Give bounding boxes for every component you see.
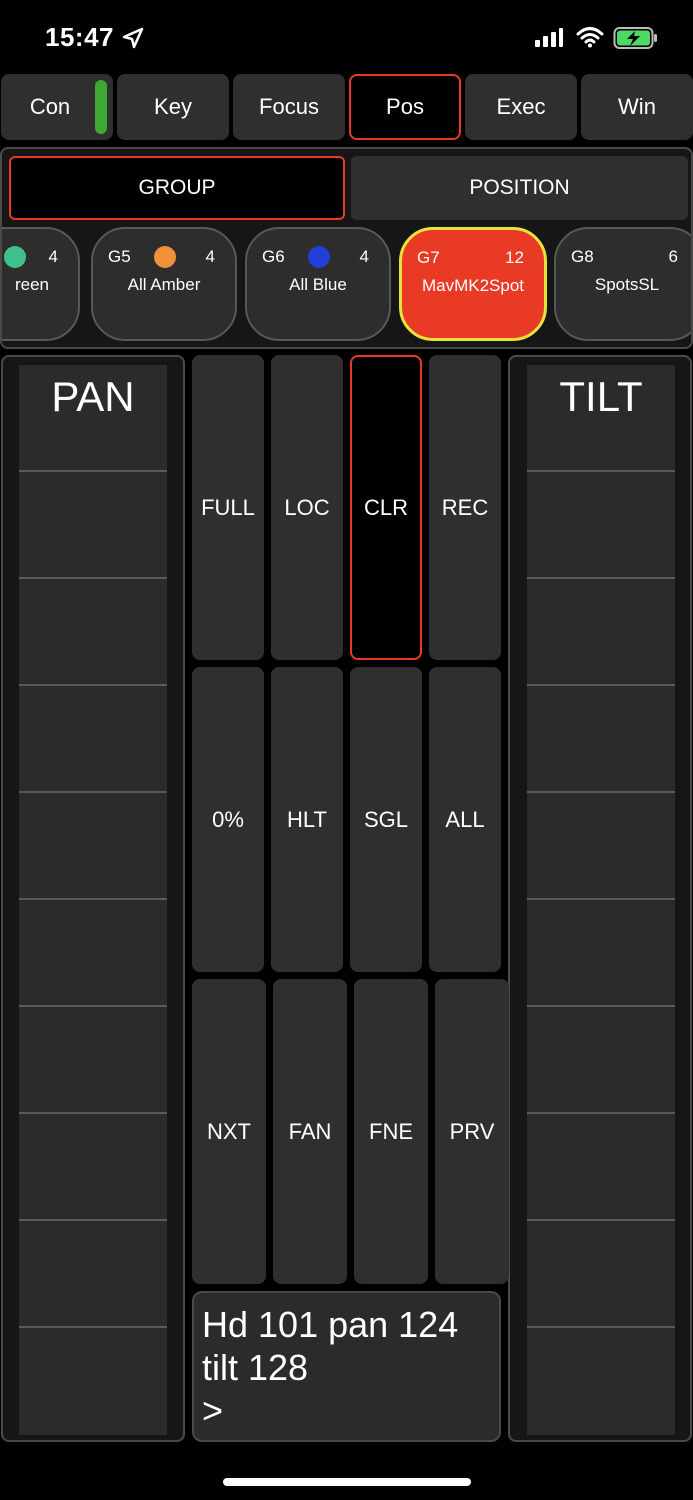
rec-button[interactable]: REC xyxy=(429,355,501,660)
group-name: All Amber xyxy=(127,275,201,294)
battery-charging-icon xyxy=(613,27,657,49)
clr-button[interactable]: CLR xyxy=(350,355,422,660)
status-bar: 15:47 xyxy=(0,0,693,72)
fader-tick xyxy=(527,1326,675,1328)
fader-tick xyxy=(527,1005,675,1007)
fader-tick xyxy=(19,1112,167,1114)
fader-tick xyxy=(19,684,167,686)
zero-percent-button[interactable]: 0% xyxy=(192,667,264,972)
connection-indicator xyxy=(95,80,107,134)
group-id: G5 xyxy=(108,247,131,266)
tab-focus-label: Focus xyxy=(259,94,319,119)
fan-button[interactable]: FAN xyxy=(273,979,347,1284)
tab-pos-label: Pos xyxy=(386,94,424,119)
fader-tick xyxy=(527,1112,675,1114)
group-card-green[interactable]: 4 reen xyxy=(2,227,80,341)
command-line-text: Hd 101 pan 124 xyxy=(202,1304,459,1345)
tab-con[interactable]: Con xyxy=(1,74,113,140)
group-name: MavMK2Spot xyxy=(421,276,525,295)
tab-win-label: Win xyxy=(618,94,656,119)
tab-key-label: Key xyxy=(154,94,192,119)
fader-tick xyxy=(19,898,167,900)
tilt-fader-track[interactable]: TILT xyxy=(527,365,675,1435)
tab-pos[interactable]: Pos xyxy=(349,74,461,140)
green-color-dot-icon xyxy=(4,246,26,268)
amber-color-dot-icon xyxy=(154,246,176,268)
sgl-button[interactable]: SGL xyxy=(350,667,422,972)
group-panel: GROUP POSITION 4 reen G5 4 All Amber G6 … xyxy=(0,147,693,349)
tab-win[interactable]: Win xyxy=(581,74,693,140)
fader-tick xyxy=(19,470,167,472)
fader-tick xyxy=(19,577,167,579)
tab-con-label: Con xyxy=(29,94,71,119)
tab-exec[interactable]: Exec xyxy=(465,74,577,140)
group-count: 6 xyxy=(668,247,678,266)
command-prompt: > xyxy=(202,1390,224,1431)
fader-tick xyxy=(527,470,675,472)
full-button[interactable]: FULL xyxy=(192,355,264,660)
fader-tick xyxy=(19,791,167,793)
tab-focus[interactable]: Focus xyxy=(233,74,345,140)
pan-fader-track[interactable]: PAN xyxy=(19,365,167,1435)
location-arrow-icon xyxy=(122,27,144,49)
group-count: 4 xyxy=(48,247,58,266)
fader-tick xyxy=(527,684,675,686)
group-card-g6[interactable]: G6 4 All Blue xyxy=(245,227,391,341)
group-count: 4 xyxy=(359,247,369,266)
pan-fader-label: PAN xyxy=(51,373,135,420)
group-count: 4 xyxy=(205,247,215,266)
group-card-g5[interactable]: G5 4 All Amber xyxy=(91,227,237,341)
group-id: G6 xyxy=(262,247,285,266)
all-button[interactable]: ALL xyxy=(429,667,501,972)
fader-tick xyxy=(19,1005,167,1007)
group-id: G7 xyxy=(417,248,440,267)
nxt-button[interactable]: NXT xyxy=(192,979,266,1284)
status-time: 15:47 xyxy=(45,22,114,52)
group-count: 12 xyxy=(505,248,524,267)
command-line-display: Hd 101 pan 124 tilt 128 > xyxy=(192,1291,501,1442)
command-line-text: tilt 128 xyxy=(202,1347,309,1388)
group-card-g7[interactable]: G7 12 MavMK2Spot xyxy=(399,227,547,341)
hlt-button[interactable]: HLT xyxy=(271,667,343,972)
fader-tick xyxy=(19,1326,167,1328)
tab-key[interactable]: Key xyxy=(117,74,229,140)
position-segment-button[interactable]: POSITION xyxy=(351,156,688,220)
tilt-fader-label: TILT xyxy=(559,373,643,420)
tab-exec-label: Exec xyxy=(496,94,546,119)
home-indicator[interactable] xyxy=(223,1478,471,1486)
group-name: All Blue xyxy=(289,275,347,294)
cellular-signal-icon xyxy=(535,28,563,47)
blue-color-dot-icon xyxy=(308,246,330,268)
pan-fader[interactable]: PAN xyxy=(1,355,185,1442)
fader-tick xyxy=(19,1219,167,1221)
loc-button[interactable]: LOC xyxy=(271,355,343,660)
group-name: SpotsSL xyxy=(594,275,660,294)
group-card-g8[interactable]: G8 6 SpotsSL xyxy=(554,227,691,341)
fader-tick xyxy=(527,898,675,900)
group-segment-button[interactable]: GROUP xyxy=(9,156,345,220)
fne-button[interactable]: FNE xyxy=(354,979,428,1284)
group-name: reen xyxy=(14,275,50,294)
fader-tick xyxy=(527,577,675,579)
wifi-icon xyxy=(576,27,604,48)
tilt-fader[interactable]: TILT xyxy=(508,355,692,1442)
group-id: G8 xyxy=(571,247,594,266)
fader-tick xyxy=(527,791,675,793)
prv-button[interactable]: PRV xyxy=(435,979,509,1284)
fader-tick xyxy=(527,1219,675,1221)
